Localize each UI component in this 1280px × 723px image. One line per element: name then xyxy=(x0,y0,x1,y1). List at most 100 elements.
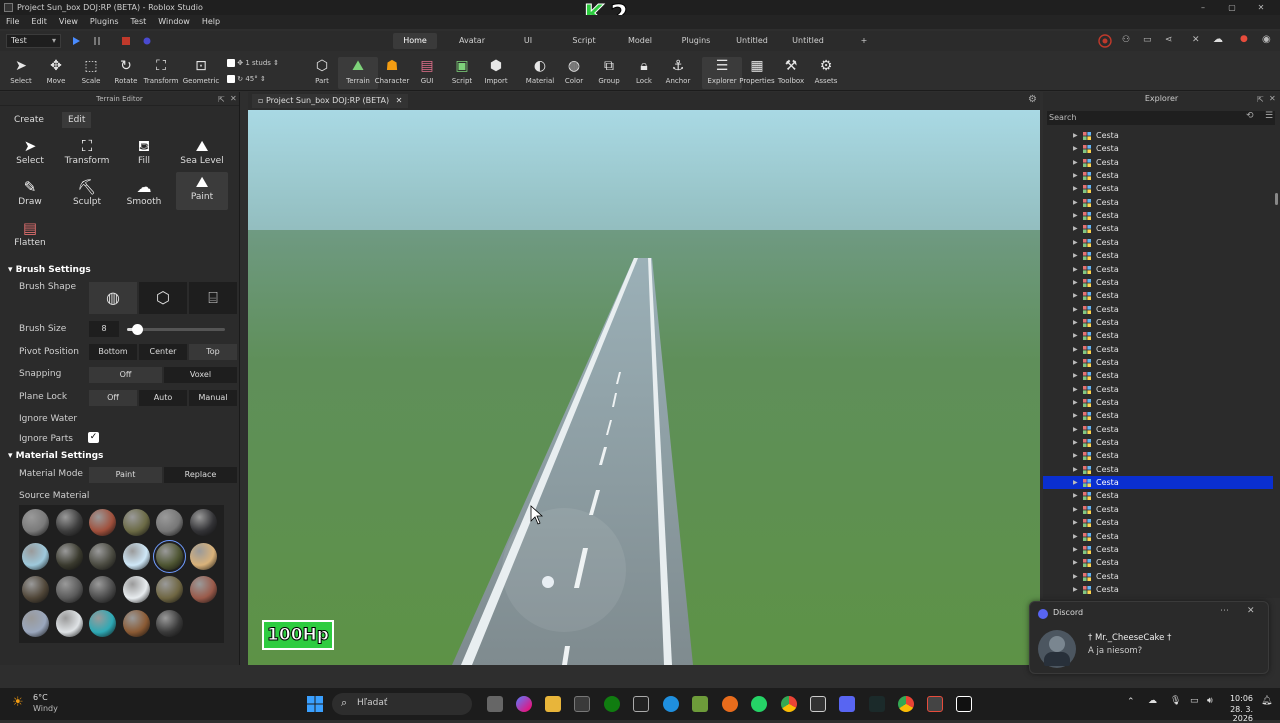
material-swatch[interactable] xyxy=(89,609,116,637)
menu-file[interactable]: File xyxy=(6,17,19,26)
brush-settings-header[interactable]: ▾ Brush Settings xyxy=(8,265,91,275)
minecraft-icon[interactable] xyxy=(692,696,708,712)
edge-icon[interactable] xyxy=(663,696,679,712)
menu-window[interactable]: Window xyxy=(158,17,190,26)
roblox-studio-taskbar-icon[interactable] xyxy=(956,696,972,712)
tool-transform[interactable]: ⛶ Transform xyxy=(61,136,113,174)
select-tool-button[interactable]: ➤ Select xyxy=(1,57,41,89)
mode-select[interactable]: Test ▾ xyxy=(6,34,61,48)
rotate-tool-button[interactable]: ↻ Rotate xyxy=(106,57,146,89)
share-icon[interactable]: ⋖ xyxy=(1165,35,1173,45)
material-swatch[interactable] xyxy=(89,509,116,536)
material-swatch[interactable] xyxy=(122,576,150,603)
chevron-right-icon[interactable]: ▶ xyxy=(1073,343,1078,356)
taskbar-search[interactable]: ⌕ Hľadať xyxy=(332,693,472,715)
chevron-right-icon[interactable]: ▶ xyxy=(1073,196,1078,209)
profile-icon[interactable]: ◉ xyxy=(1262,34,1271,45)
ignore-water-checkbox[interactable] xyxy=(89,414,99,424)
tab-avatar[interactable]: Avatar xyxy=(450,33,494,49)
menu-edit[interactable]: Edit xyxy=(31,17,47,26)
snap-studs-toggle[interactable]: ✥ 1 studs ⇕ xyxy=(227,59,279,67)
close-tab-icon[interactable]: ✕ xyxy=(396,96,403,105)
material-swatch[interactable] xyxy=(156,609,183,637)
material-swatch[interactable] xyxy=(22,576,49,603)
blender-icon[interactable] xyxy=(722,696,738,712)
import-button[interactable]: ⬢ Import xyxy=(476,57,516,89)
network-icon[interactable]: ▭ xyxy=(1190,696,1199,706)
discord-taskbar-icon[interactable] xyxy=(839,696,855,712)
explorer-item[interactable]: ▶ Cesta xyxy=(1043,423,1273,436)
explorer-item[interactable]: ▶ Cesta xyxy=(1043,476,1273,490)
material-swatch[interactable] xyxy=(89,576,116,603)
material-swatch[interactable] xyxy=(55,576,83,603)
explorer-item[interactable]: ▶ Cesta xyxy=(1043,263,1273,276)
material-mode-paint[interactable]: Paint xyxy=(89,467,162,483)
pivot-bottom-option[interactable]: Bottom xyxy=(89,344,137,360)
explorer-item[interactable]: ▶ Cesta xyxy=(1043,583,1273,596)
weather-icon[interactable]: ☀ xyxy=(12,695,24,710)
explorer-item[interactable]: ▶ Cesta xyxy=(1043,570,1273,583)
weather-temp[interactable]: 6°C xyxy=(33,693,48,702)
chevron-right-icon[interactable]: ▶ xyxy=(1073,449,1078,462)
weather-desc[interactable]: Windy xyxy=(33,704,58,713)
xbox-icon[interactable] xyxy=(604,696,620,712)
comment-icon[interactable]: ▭ xyxy=(1143,35,1152,45)
chevron-right-icon[interactable]: ▶ xyxy=(1073,316,1078,329)
snapping-voxel-option[interactable]: Voxel xyxy=(164,367,237,383)
explorer-item[interactable]: ▶ Cesta xyxy=(1043,436,1273,449)
stop-icon[interactable] xyxy=(121,36,131,46)
copilot-icon[interactable] xyxy=(516,696,532,712)
chevron-right-icon[interactable]: ▶ xyxy=(1073,396,1078,409)
chrome-icon[interactable] xyxy=(781,696,797,712)
windows-start-icon[interactable] xyxy=(307,696,323,712)
tray-chevron-up-icon[interactable]: ⌃ xyxy=(1127,697,1135,707)
explorer-item[interactable]: ▶ Cesta xyxy=(1043,209,1273,222)
chevron-right-icon[interactable]: ▶ xyxy=(1073,236,1078,249)
tab-untitled-1[interactable]: Untitled xyxy=(730,33,774,49)
explorer-item[interactable]: ▶ Cesta xyxy=(1043,316,1273,329)
collab-icon[interactable]: ✕ xyxy=(1192,35,1200,45)
file-explorer-icon[interactable] xyxy=(545,696,561,712)
material-swatch[interactable] xyxy=(189,576,217,603)
play-icon[interactable] xyxy=(71,36,81,46)
chevron-right-icon[interactable]: ▶ xyxy=(1073,409,1078,422)
cloud-icon[interactable]: ☁ xyxy=(1213,34,1223,45)
chevron-right-icon[interactable]: ▶ xyxy=(1073,249,1078,262)
explorer-item[interactable]: ▶ Cesta xyxy=(1043,449,1273,462)
chevron-right-icon[interactable]: ▶ xyxy=(1073,369,1078,382)
snap-angle-toggle[interactable]: ↻ 45° ⇕ xyxy=(227,75,266,83)
pivot-center-option[interactable]: Center xyxy=(139,344,187,360)
plane-lock-auto-option[interactable]: Auto xyxy=(139,390,187,406)
chevron-right-icon[interactable]: ▶ xyxy=(1073,516,1078,529)
chevron-right-icon[interactable]: ▶ xyxy=(1073,530,1078,543)
3d-viewport[interactable] xyxy=(248,110,1040,665)
settings-icon[interactable] xyxy=(142,36,152,46)
character-button[interactable]: ☗ Character xyxy=(372,57,412,89)
maximize-icon[interactable]: ▢ xyxy=(1223,0,1241,15)
explorer-item[interactable]: ▶ Cesta xyxy=(1043,196,1273,209)
geometric-button[interactable]: ⊡ Geometric xyxy=(181,57,221,89)
chevron-right-icon[interactable]: ▶ xyxy=(1073,570,1078,583)
chevron-right-icon[interactable]: ▶ xyxy=(1073,356,1078,369)
explorer-item[interactable]: ▶ Cesta xyxy=(1043,142,1273,155)
part-button[interactable]: ⬡ Part xyxy=(302,57,342,89)
explorer-item[interactable]: ▶ Cesta xyxy=(1043,409,1273,422)
explorer-item[interactable]: ▶ Cesta xyxy=(1043,530,1273,543)
material-swatch[interactable] xyxy=(156,576,183,603)
snapping-off-option[interactable]: Off xyxy=(89,367,162,383)
users-icon[interactable]: ⚇ xyxy=(1122,35,1130,45)
microphone-icon[interactable]: 🎙︎ xyxy=(1170,696,1181,706)
explorer-item[interactable]: ▶ Cesta xyxy=(1043,489,1273,502)
material-swatch[interactable] xyxy=(55,609,83,637)
group-button[interactable]: ⧉ Group xyxy=(589,57,629,89)
chevron-right-icon[interactable]: ▶ xyxy=(1073,209,1078,222)
calculator-icon[interactable] xyxy=(633,696,649,712)
history-icon[interactable]: ⟲ xyxy=(1246,111,1254,121)
close-panel-icon[interactable]: ✕ xyxy=(230,94,237,103)
scale-tool-button[interactable]: ⬚ Scale xyxy=(71,57,111,89)
notifications-icon[interactable]: 🔔︎ xyxy=(1261,696,1272,706)
capcut-icon[interactable] xyxy=(810,696,826,712)
chevron-right-icon[interactable]: ▶ xyxy=(1073,129,1078,142)
volume-icon[interactable]: 🔊︎ xyxy=(1207,696,1213,706)
material-swatch[interactable] xyxy=(156,509,183,536)
